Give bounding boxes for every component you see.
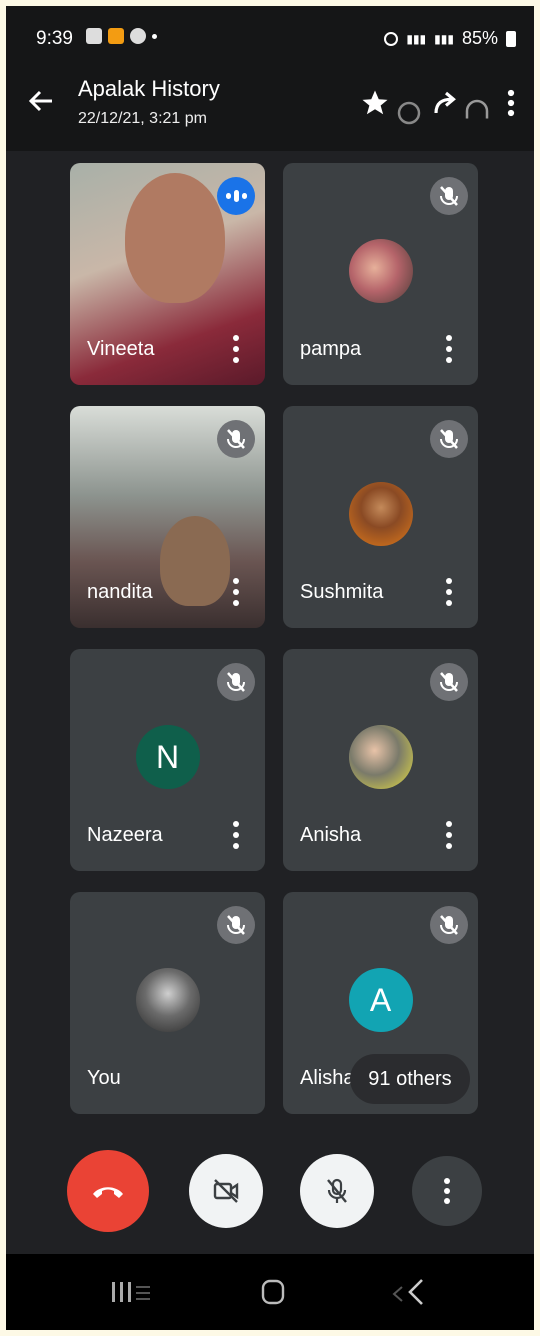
youtube-icon [130, 28, 146, 44]
participant-tile[interactable]: nandita [70, 406, 265, 628]
more-vert-icon [444, 1178, 450, 1204]
mic-off-icon [327, 1178, 347, 1203]
tile-more-icon[interactable] [446, 821, 452, 849]
mic-off-icon [430, 663, 468, 701]
mic-off-icon [217, 906, 255, 944]
status-time: 9:39 [36, 28, 73, 49]
more-options-button[interactable] [412, 1156, 482, 1226]
meeting-datetime: 22/12/21, 3:21 pm [78, 110, 207, 127]
dot-icon [152, 33, 157, 39]
participant-name: You [87, 1067, 121, 1089]
participant-name: Nazeera [87, 824, 163, 846]
participant-tile[interactable]: Sushmita [283, 406, 478, 628]
avatar [348, 482, 413, 546]
app-icon [108, 28, 124, 44]
tile-more-icon[interactable] [233, 578, 239, 606]
speaking-indicator-icon [217, 177, 255, 215]
gallery-icon [86, 28, 102, 44]
participant-tile[interactable]: N Nazeera [70, 649, 265, 871]
android-nav-bar [6, 1254, 534, 1330]
camera-toggle-button[interactable] [189, 1154, 263, 1228]
back-nav-icon[interactable] [388, 1276, 428, 1308]
home-icon[interactable] [260, 1278, 286, 1306]
battery-percent: 85% [461, 28, 498, 48]
tile-more-icon[interactable] [446, 335, 452, 363]
others-count-chip[interactable]: 91 others [350, 1054, 470, 1104]
letter-avatar: A [348, 968, 413, 1032]
participant-video [125, 173, 225, 303]
mic-off-icon [217, 420, 255, 458]
signal-icon: ▮▮▮ [406, 31, 427, 46]
more-vert-icon[interactable] [496, 88, 526, 118]
participant-name: Alisha [300, 1067, 355, 1089]
participant-name: Sushmita [300, 581, 384, 603]
mic-off-icon [430, 420, 468, 458]
notification-icons [86, 28, 157, 44]
status-bar: 9:39 ▮▮▮ ▮▮▮ 85% [6, 6, 534, 66]
top-bar: 9:39 ▮▮▮ ▮▮▮ 85% Apalak History 22/12/21… [6, 6, 534, 151]
participant-tile[interactable]: You [70, 892, 265, 1114]
mic-off-icon [430, 906, 468, 944]
share-forward-icon[interactable] [431, 88, 461, 118]
letter-avatar: N [135, 725, 200, 789]
avatar [348, 725, 413, 789]
mic-off-icon [430, 177, 468, 215]
star-icon[interactable] [360, 88, 390, 118]
tile-more-icon[interactable] [233, 335, 239, 363]
meeting-header: Apalak History 22/12/21, 3:21 pm [6, 74, 534, 144]
meeting-title: Apalak History [78, 76, 220, 101]
meet-call-screen: 9:39 ▮▮▮ ▮▮▮ 85% Apalak History 22/12/21… [6, 6, 534, 1330]
participant-tile[interactable]: pampa [283, 163, 478, 385]
participant-video [160, 516, 230, 606]
tile-more-icon[interactable] [446, 578, 452, 606]
participant-name: Vineeta [87, 338, 155, 360]
participant-name: Anisha [300, 824, 362, 846]
switch-camera-icon[interactable] [394, 98, 424, 128]
battery-icon [506, 30, 516, 47]
tile-more-icon[interactable] [233, 821, 239, 849]
participant-tile[interactable]: Anisha [283, 649, 478, 871]
camera-off-icon [213, 1179, 239, 1203]
back-arrow-icon[interactable] [26, 86, 56, 116]
mic-toggle-button[interactable] [300, 1154, 374, 1228]
avatar [135, 968, 200, 1032]
end-call-button[interactable] [67, 1150, 149, 1232]
participant-name: pampa [300, 338, 362, 360]
system-icons: ▮▮▮ ▮▮▮ 85% [384, 28, 516, 49]
signal-icon-2: ▮▮▮ [434, 31, 454, 46]
alarm-icon [384, 31, 399, 46]
end-call-icon [93, 1187, 123, 1198]
headphones-icon[interactable] [462, 96, 492, 126]
participant-tile[interactable]: Vineeta [70, 163, 265, 385]
participant-name: nandita [87, 581, 153, 603]
recent-apps-icon[interactable] [110, 1278, 156, 1306]
mic-off-icon [217, 663, 255, 701]
avatar [348, 239, 413, 303]
